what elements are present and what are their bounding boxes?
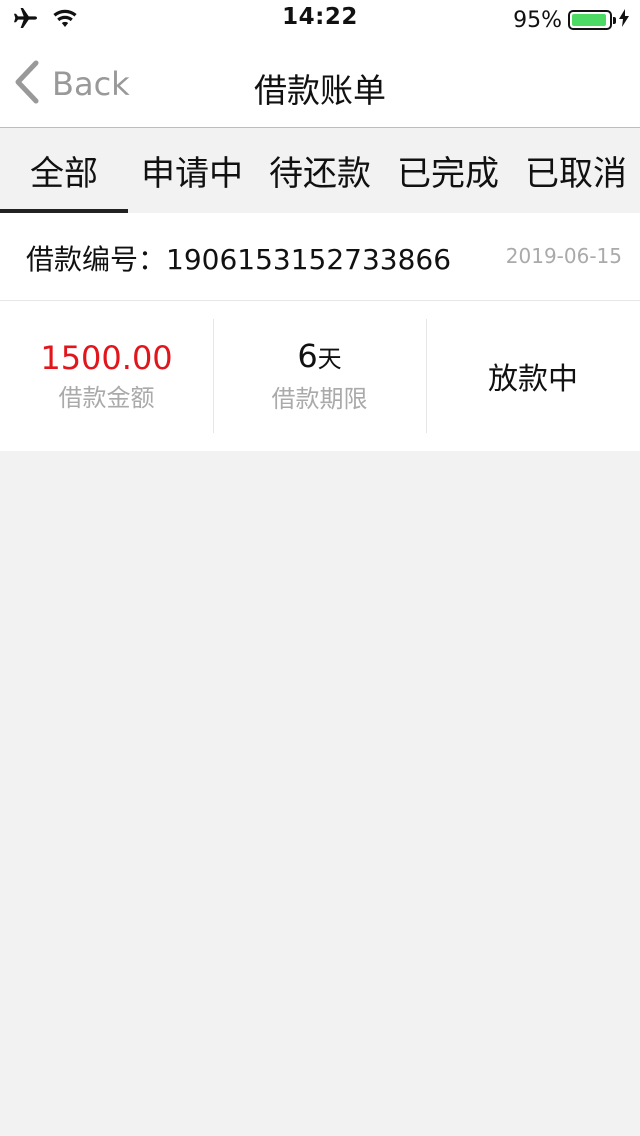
loan-term-unit: 天 bbox=[317, 345, 342, 373]
battery-icon bbox=[568, 10, 616, 30]
loan-status-cell: 放款中 bbox=[426, 301, 640, 451]
loan-term-label: 借款期限 bbox=[271, 385, 368, 413]
loan-term-row: 6天 bbox=[297, 338, 341, 377]
status-tabs: 全部 申请中 待还款 已完成 已取消 bbox=[0, 128, 640, 213]
navigation-bar: Back 借款账单 bbox=[0, 40, 640, 128]
loan-status: 放款中 bbox=[488, 362, 578, 397]
loan-bill-card[interactable]: 借款编号：1906153152733866 2019-06-15 1500.00… bbox=[0, 213, 640, 451]
loan-amount-label: 借款金额 bbox=[58, 383, 155, 412]
tab-applying[interactable]: 申请中 bbox=[128, 128, 256, 213]
charging-bolt-icon bbox=[618, 8, 630, 32]
tab-pending-repayment[interactable]: 待还款 bbox=[256, 128, 384, 213]
loan-term-cell: 6天 借款期限 bbox=[213, 301, 426, 451]
loan-term-value: 6 bbox=[297, 337, 318, 375]
tab-cancelled[interactable]: 已取消 bbox=[512, 128, 640, 213]
status-bar: 14:22 95% bbox=[0, 0, 640, 40]
loan-amount-cell: 1500.00 借款金额 bbox=[0, 301, 213, 451]
loan-amount-value: 1500.00 bbox=[40, 338, 173, 377]
status-right: 95% bbox=[513, 6, 630, 34]
page-title: 借款账单 bbox=[254, 71, 386, 110]
tab-completed[interactable]: 已完成 bbox=[384, 128, 512, 213]
loan-date: 2019-06-15 bbox=[505, 244, 622, 268]
loan-card-header: 借款编号：1906153152733866 2019-06-15 bbox=[0, 213, 640, 301]
tab-all[interactable]: 全部 bbox=[0, 128, 128, 213]
battery-level-fill bbox=[572, 14, 607, 26]
loan-card-body: 1500.00 借款金额 6天 借款期限 放款中 bbox=[0, 301, 640, 451]
loan-number: 借款编号：1906153152733866 bbox=[26, 243, 452, 276]
battery-percent: 95% bbox=[513, 7, 562, 33]
